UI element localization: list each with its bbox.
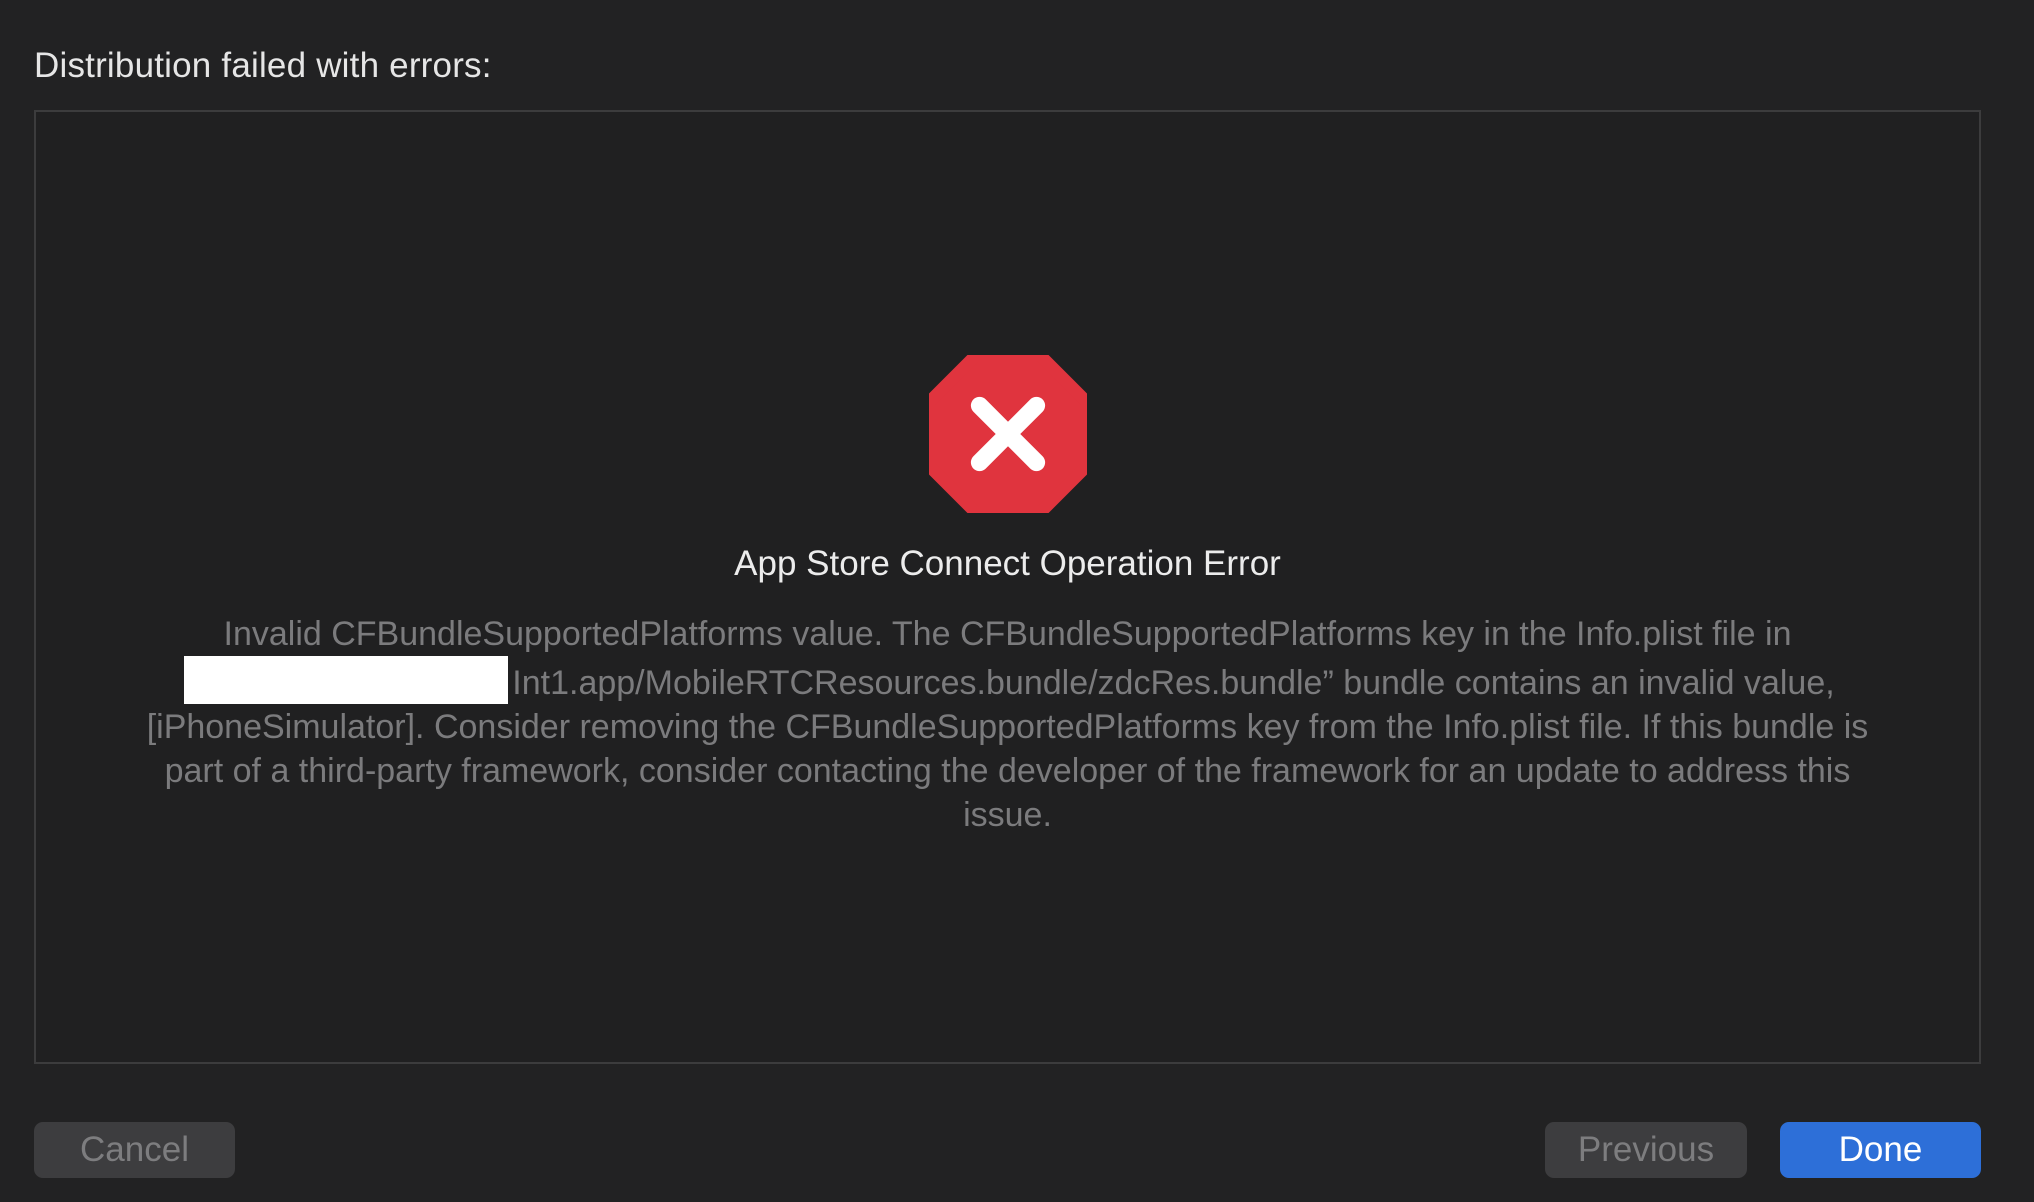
done-button[interactable]: Done — [1780, 1122, 1981, 1178]
page-title: Distribution failed with errors: — [34, 46, 492, 85]
error-octagon-x-icon — [929, 355, 1087, 513]
cancel-button[interactable]: Cancel — [34, 1122, 235, 1178]
error-title: App Store Connect Operation Error — [734, 544, 1281, 583]
distribution-dialog: Distribution failed with errors: App Sto… — [0, 0, 2034, 1202]
error-panel — [34, 110, 1981, 1064]
previous-button[interactable]: Previous — [1545, 1122, 1747, 1178]
error-message: Invalid CFBundleSupportedPlatforms value… — [140, 612, 1875, 837]
redaction-block — [184, 656, 509, 704]
error-message-start: Invalid CFBundleSupportedPlatforms value… — [223, 615, 1792, 653]
